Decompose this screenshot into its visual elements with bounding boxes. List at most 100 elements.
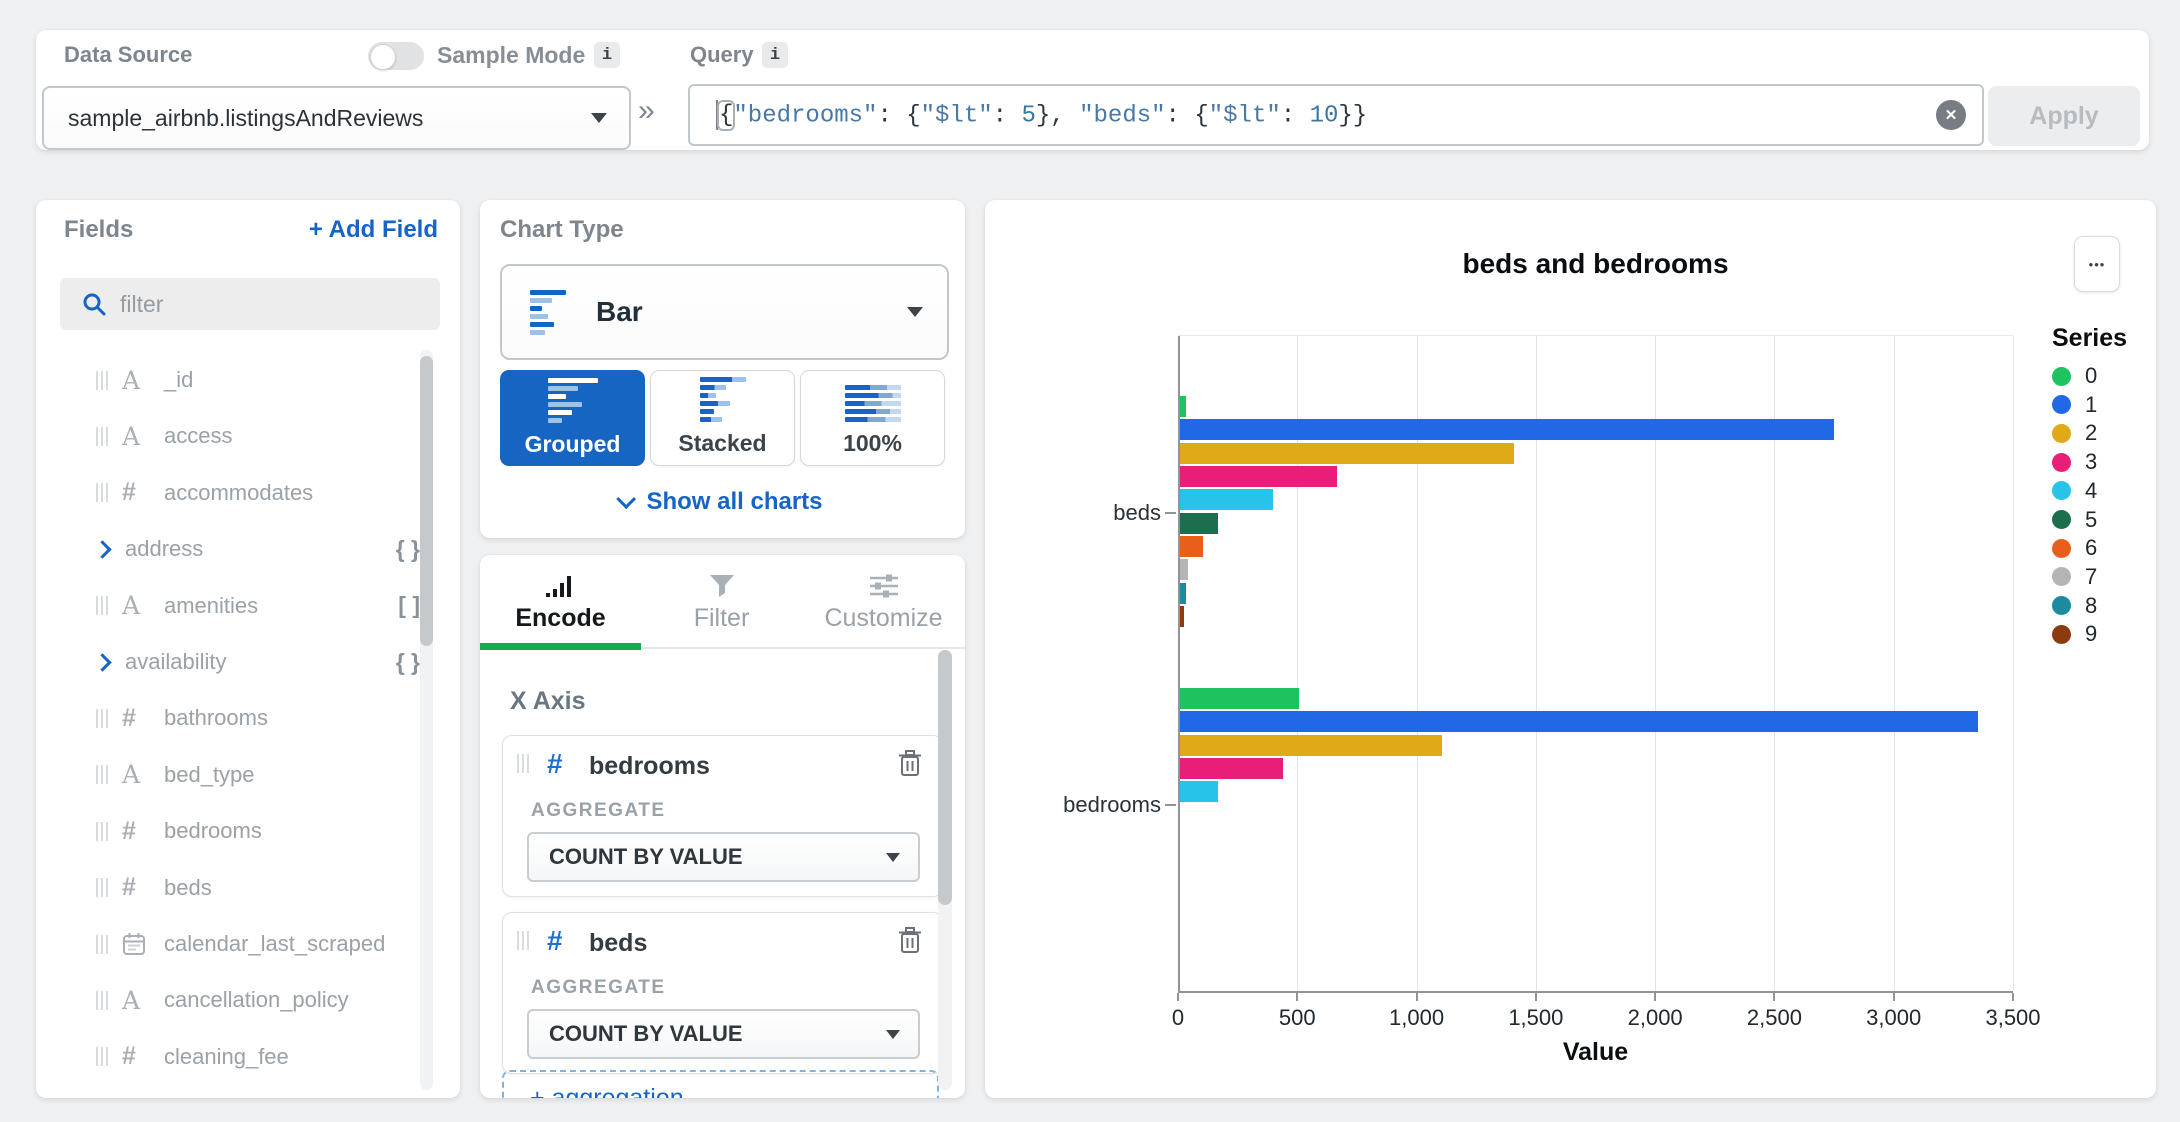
string-type-icon: A bbox=[122, 591, 141, 621]
clear-query-icon[interactable]: ✕ bbox=[1936, 100, 1966, 130]
field-item-bathrooms[interactable]: # bathrooms bbox=[96, 690, 420, 746]
legend-item-5[interactable]: 5 bbox=[2052, 507, 2097, 533]
field-name: bed_type bbox=[164, 761, 255, 787]
query-info-icon[interactable]: i bbox=[762, 42, 788, 68]
number-type-icon: # bbox=[547, 748, 563, 779]
fields-scrollbar-thumb[interactable] bbox=[420, 356, 433, 646]
trash-icon[interactable] bbox=[898, 927, 922, 954]
field-item-bedrooms[interactable]: # bedrooms bbox=[96, 803, 420, 859]
field-item-availability[interactable]: availability { } bbox=[93, 634, 420, 690]
aggregate-select[interactable]: COUNT BY VALUE bbox=[527, 1009, 920, 1059]
field-item-amenities[interactable]: Aamenities [ ] bbox=[96, 578, 420, 634]
field-item-description[interactable]: Adescription bbox=[96, 1085, 420, 1098]
drag-handle-icon[interactable] bbox=[96, 1047, 108, 1067]
chevron-right-icon[interactable] bbox=[93, 539, 112, 559]
legend-item-9[interactable]: 9 bbox=[2052, 621, 2097, 647]
fields-list: A _id Aaccess # accommodates address { } Aameni… bbox=[36, 200, 460, 1098]
sample-mode-info-icon[interactable]: i bbox=[594, 42, 620, 68]
encode-bars-icon bbox=[545, 576, 571, 597]
drag-handle-icon[interactable] bbox=[96, 708, 108, 728]
query-token: }} bbox=[1338, 102, 1368, 130]
field-item-calendar_last_scraped[interactable]: calendar_last_scraped bbox=[96, 916, 420, 972]
encode-scrollbar-thumb[interactable] bbox=[938, 650, 952, 905]
drag-handle-icon[interactable] bbox=[96, 934, 108, 954]
bar-bedrooms-series-1[interactable] bbox=[1180, 711, 1979, 733]
chevron-down-icon bbox=[886, 852, 900, 862]
bar-bedrooms-series-0[interactable] bbox=[1180, 688, 1300, 709]
drag-handle-icon[interactable] bbox=[96, 878, 108, 898]
drag-handle-icon[interactable] bbox=[517, 754, 529, 773]
bar-bedrooms-series-3[interactable] bbox=[1180, 757, 1283, 779]
legend-item-1[interactable]: 1 bbox=[2052, 392, 2097, 418]
drag-handle-icon[interactable] bbox=[96, 821, 108, 841]
legend-swatch bbox=[2052, 395, 2071, 415]
fields-scrollbar-track[interactable] bbox=[420, 350, 433, 1090]
field-item-access[interactable]: Aaccess bbox=[96, 408, 420, 464]
encode-scrollbar-track[interactable] bbox=[938, 650, 952, 1090]
bar-beds-series-4[interactable] bbox=[1180, 489, 1274, 511]
field-item-beds[interactable]: # beds bbox=[96, 860, 420, 916]
legend-swatch bbox=[2052, 423, 2071, 443]
bar-beds-series-1[interactable] bbox=[1180, 419, 1834, 441]
bar-beds-series-5[interactable] bbox=[1180, 512, 1219, 534]
legend-item-8[interactable]: 8 bbox=[2052, 593, 2097, 619]
tab-encode[interactable]: Encode bbox=[480, 555, 641, 643]
sample-mode-toggle[interactable] bbox=[368, 42, 424, 70]
date-type-icon bbox=[122, 932, 152, 956]
tab-filter[interactable]: Filter bbox=[641, 555, 802, 643]
bar-bedrooms-series-2[interactable] bbox=[1180, 734, 1443, 756]
data-source-label: Data Source bbox=[64, 42, 193, 67]
legend-item-7[interactable]: 7 bbox=[2052, 564, 2097, 590]
bar-beds-series-3[interactable] bbox=[1180, 465, 1338, 487]
field-item-cleaning_fee[interactable]: # cleaning_fee bbox=[96, 1029, 420, 1085]
legend-item-0[interactable]: 0 bbox=[2052, 363, 2097, 389]
chevron-right-icon[interactable] bbox=[93, 652, 112, 672]
drag-handle-icon[interactable] bbox=[96, 765, 108, 785]
field-item-cancellation_policy[interactable]: Acancellation_policy bbox=[96, 972, 420, 1028]
bar-beds-series-9[interactable] bbox=[1180, 605, 1184, 627]
stacked-bars-icon bbox=[699, 377, 746, 422]
field-item-accommodates[interactable]: # accommodates bbox=[96, 465, 420, 521]
show-all-charts-link[interactable]: Show all charts bbox=[480, 488, 965, 516]
drag-handle-icon[interactable] bbox=[96, 370, 108, 390]
field-item-_id[interactable]: A _id bbox=[96, 352, 420, 408]
aggregate-select[interactable]: COUNT BY VALUE bbox=[527, 832, 920, 882]
legend-item-4[interactable]: 4 bbox=[2052, 478, 2097, 504]
text-cursor bbox=[716, 100, 718, 130]
query-label: Query bbox=[690, 42, 754, 67]
bar-beds-series-2[interactable] bbox=[1180, 442, 1514, 464]
legend-item-6[interactable]: 6 bbox=[2052, 535, 2097, 561]
trash-icon[interactable] bbox=[898, 750, 922, 777]
mode-grouped-button[interactable]: Grouped bbox=[500, 370, 645, 466]
mode-stacked-button[interactable]: Stacked bbox=[650, 370, 795, 466]
number-type-icon: # bbox=[122, 816, 136, 845]
drag-handle-icon[interactable] bbox=[96, 426, 108, 446]
drag-handle-icon[interactable] bbox=[96, 990, 108, 1010]
drag-handle-icon[interactable] bbox=[517, 931, 529, 950]
drag-handle-icon[interactable] bbox=[96, 596, 108, 616]
x-tick-labels: 0 500 1,000 1,500 2,000 2,500 3,000 3,500 bbox=[1172, 1005, 2041, 1035]
x-tick-mark bbox=[1654, 993, 1657, 1001]
query-input[interactable]: {"bedrooms": {"$lt": 5}, "beds": {"$lt":… bbox=[688, 84, 1984, 146]
chevron-down-icon bbox=[886, 1029, 900, 1039]
legend-item-2[interactable]: 2 bbox=[2052, 420, 2097, 446]
query-token: : bbox=[877, 102, 907, 130]
bar-beds-series-7[interactable] bbox=[1180, 559, 1189, 581]
field-item-bed_type[interactable]: Abed_type bbox=[96, 747, 420, 803]
legend-label: 0 bbox=[2085, 363, 2098, 388]
bar-beds-series-6[interactable] bbox=[1180, 535, 1203, 557]
drag-handle-icon[interactable] bbox=[96, 483, 108, 503]
field-name: _id bbox=[164, 367, 194, 392]
data-source-select[interactable]: sample_airbnb.listingsAndReviews bbox=[42, 86, 631, 150]
apply-button[interactable]: Apply bbox=[1988, 86, 2140, 146]
filter-funnel-icon bbox=[709, 575, 734, 597]
bar-beds-series-8[interactable] bbox=[1180, 582, 1186, 604]
mode-100-button[interactable]: 100% bbox=[800, 370, 945, 466]
bar-bedrooms-series-4[interactable] bbox=[1180, 781, 1219, 803]
add-aggregation-button[interactable]: + aggregation bbox=[502, 1070, 939, 1098]
tab-customize[interactable]: Customize bbox=[802, 555, 965, 643]
chart-type-select[interactable]: Bar bbox=[500, 264, 949, 360]
legend-item-3[interactable]: 3 bbox=[2052, 449, 2097, 475]
bar-beds-series-0[interactable] bbox=[1180, 396, 1186, 417]
field-item-address[interactable]: address { } bbox=[93, 521, 420, 577]
